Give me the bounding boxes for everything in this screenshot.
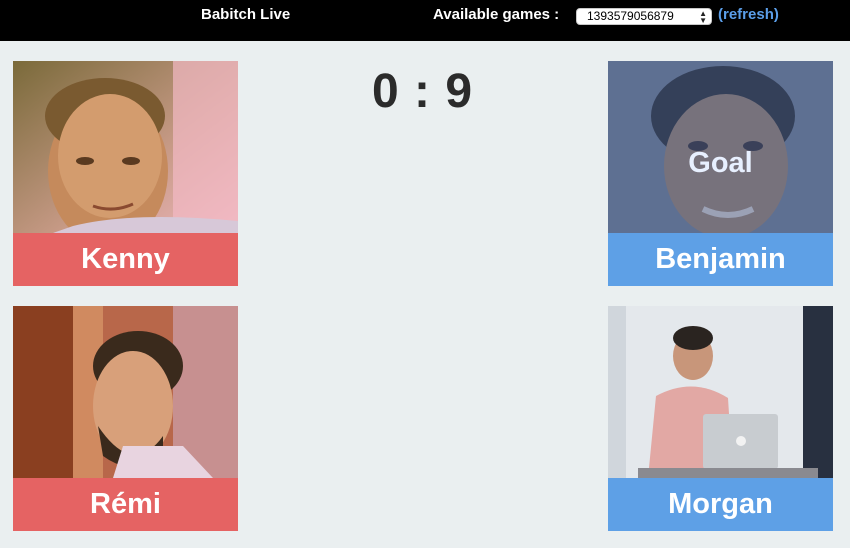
- player-photo: Goal: [608, 61, 833, 233]
- player-photo: [13, 61, 238, 233]
- goal-label: Goal: [688, 147, 753, 179]
- app-title: Babitch Live: [201, 6, 291, 23]
- selected-game-value: 1393579056879: [587, 9, 674, 23]
- player-name: Kenny: [13, 233, 238, 286]
- refresh-link[interactable]: (refresh): [718, 6, 779, 23]
- select-arrows-icon: ▲ ▼: [699, 9, 707, 25]
- player-name: Morgan: [608, 478, 833, 531]
- player-card-benjamin[interactable]: Goal Benjamin: [608, 61, 833, 286]
- top-bar: Babitch Live Available games : 139357905…: [0, 0, 850, 41]
- player-name: Rémi: [13, 478, 238, 531]
- player-photo-image: [608, 306, 833, 478]
- score-display: 0 : 9: [371, 65, 474, 118]
- available-games-label: Available games :: [433, 6, 560, 23]
- player-card-morgan[interactable]: Morgan: [608, 306, 833, 531]
- player-photo-image: [13, 306, 238, 478]
- player-name: Benjamin: [608, 233, 833, 286]
- player-photo: [608, 306, 833, 478]
- game-select[interactable]: 1393579056879 ▲ ▼: [576, 8, 712, 25]
- player-card-remi[interactable]: Rémi: [13, 306, 238, 531]
- player-photo-image: [13, 61, 238, 233]
- player-photo: [13, 306, 238, 478]
- player-card-kenny[interactable]: Kenny: [13, 61, 238, 286]
